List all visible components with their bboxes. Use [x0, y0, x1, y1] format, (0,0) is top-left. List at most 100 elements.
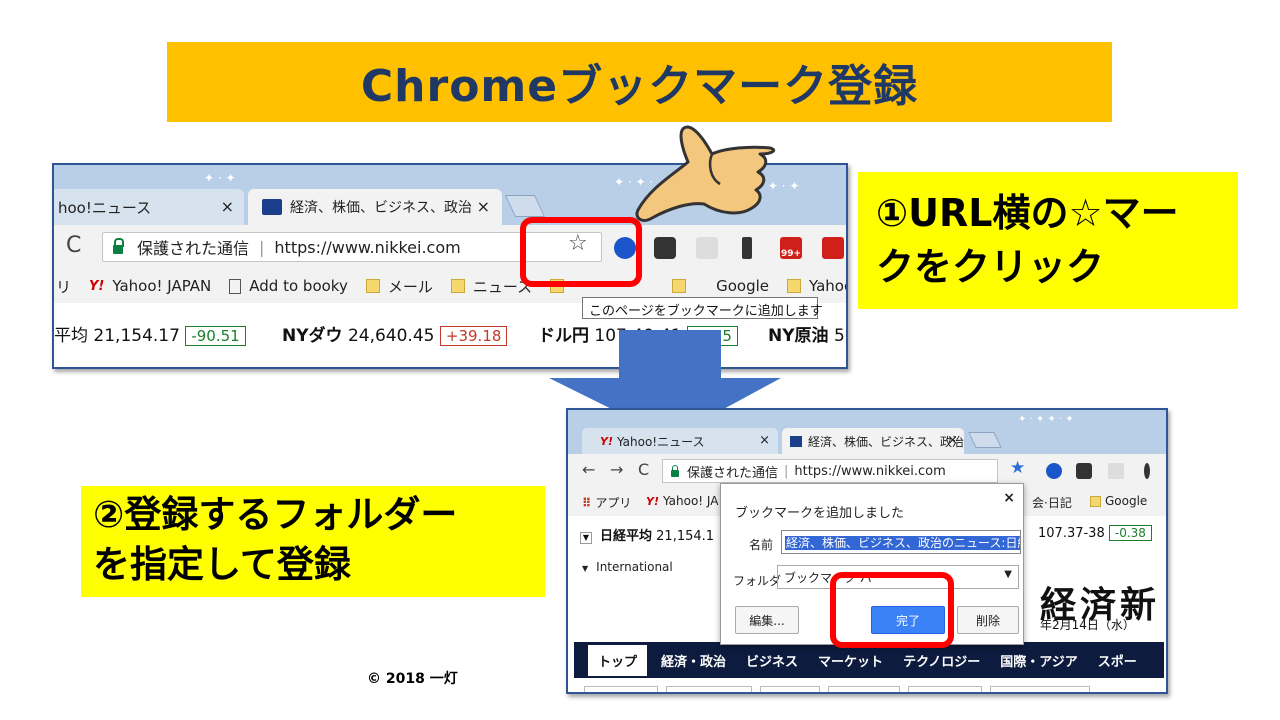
folder-label: フォルダ [733, 574, 782, 588]
ticker-change: -0.38 [1108, 525, 1152, 541]
bookmark-label: Yahoo! JAPAN [112, 277, 212, 295]
delete-button[interactable]: 削除 [957, 606, 1019, 634]
pointing-hand-icon [635, 125, 776, 222]
back-icon[interactable]: ← [582, 460, 595, 479]
ticker-label: NYダウ [282, 326, 343, 346]
bookmark-yahoo-japan[interactable]: Y! Yahoo! JA [646, 494, 718, 508]
bookmark-label: Google [716, 277, 770, 295]
close-icon[interactable]: × [947, 433, 958, 448]
step2-line2: を指定して登録 [93, 543, 351, 586]
nikkei-favicon-icon [790, 435, 802, 447]
extension-icon[interactable] [1046, 463, 1062, 479]
tab-label: 経済、株価、ビジネス、政治 [290, 200, 472, 216]
bookmark-name-input[interactable]: 経済、株価、ビジネス、政治のニュース:日経電子版 [781, 530, 1021, 554]
tab-nikkei[interactable]: 経済、株価、ビジネス、政治 × [248, 189, 502, 225]
folder-icon [787, 279, 802, 293]
apps-grid-icon: ⠿ [582, 495, 592, 510]
bookmark-label: アプリ [595, 496, 632, 510]
sub-nav-item[interactable] [584, 686, 658, 692]
extension-icon[interactable] [696, 237, 718, 259]
nav-technology[interactable]: テクノロジー [903, 651, 980, 670]
url-text: https://www.nikkei.com [274, 237, 461, 257]
folder-icon [365, 279, 380, 293]
bookmark-yahoo-japan[interactable]: Y! Yahoo! JAPAN [89, 277, 211, 295]
tab-strip: ✦ · ✦ ✦ · ✦ Y! Yahoo!ニュース × 経済、株価、ビジネス、政… [568, 410, 1166, 454]
close-icon[interactable]: × [1003, 490, 1015, 506]
bookmark-label: Yahoo! JA [662, 494, 719, 508]
tab-yahoo-news[interactable]: Y! Yahoo!ニュース × [582, 428, 778, 454]
bookmark-folder-google[interactable]: Google [672, 277, 769, 295]
name-label: 名前 [749, 538, 774, 552]
nav-business[interactable]: ビジネス [746, 651, 798, 670]
bookmark-label: Add to booky [249, 277, 348, 295]
ticker-value: 107.37-38 [1038, 526, 1105, 541]
copyright: © 2018 一灯 [367, 671, 458, 687]
forward-icon[interactable]: → [610, 460, 623, 479]
ticker-usdjpy: 107.37-38 -0.38 [1038, 525, 1152, 541]
bookmark-label: Google [1105, 494, 1148, 508]
badge-count: 99+ [780, 249, 802, 259]
badge-extension-icon[interactable]: 99+ [780, 237, 802, 259]
bookmark-add-to-booky[interactable]: Add to booky [229, 277, 348, 295]
bookmark-star-filled-icon[interactable]: ★ [1010, 458, 1025, 478]
bookmark-item[interactable]: リ [56, 276, 71, 297]
ticker-nikkei: ▼ 日経平均 21,154.1 [580, 525, 714, 544]
dropdown-icon[interactable]: ▼ [580, 532, 592, 544]
ticker-change: -90.51 [185, 326, 246, 346]
bookmark-folder-google[interactable]: Google [1090, 494, 1147, 508]
pocket-icon[interactable] [1076, 463, 1092, 479]
close-icon[interactable]: × [221, 197, 234, 216]
pocket-icon[interactable] [654, 237, 676, 259]
new-tab-button[interactable] [968, 432, 1002, 448]
sub-nav-item[interactable] [666, 686, 752, 692]
page-icon [229, 278, 242, 294]
reload-icon[interactable]: C [66, 233, 81, 258]
sub-nav-item[interactable] [760, 686, 820, 692]
nav-top[interactable]: トップ [588, 644, 648, 676]
lock-icon [113, 237, 124, 254]
folder-icon [672, 279, 687, 293]
folder-icon [1090, 495, 1101, 507]
bookmark-folder-yahoo[interactable]: Yahoo! [787, 277, 846, 295]
ticker-value: 21,154.1 [656, 529, 715, 544]
cursor-extension-icon[interactable] [1144, 463, 1150, 479]
close-icon[interactable]: × [759, 433, 770, 448]
tab-label: 経済、株価、ビジネス、政治 [807, 434, 964, 449]
nav-sports[interactable]: スポー [1098, 651, 1137, 670]
close-icon[interactable]: × [477, 197, 490, 216]
ticker-value: 24,640.45 [347, 326, 435, 346]
nav-market[interactable]: マーケット [818, 651, 883, 670]
sub-navigation [574, 684, 1164, 692]
step2-line1: ②登録するフォルダー [93, 493, 458, 536]
sub-nav-item[interactable] [908, 686, 982, 692]
page-title: Chromeブックマーク登録 [360, 61, 919, 112]
pdf-icon[interactable] [822, 237, 844, 259]
yahoo-icon: Y! [646, 494, 659, 508]
bookmark-label: メール [387, 277, 433, 296]
ticker-change: +39.18 [439, 326, 508, 346]
folder-icon [450, 279, 465, 293]
sub-nav-item[interactable] [990, 686, 1090, 692]
secure-label: 保護された通信 [687, 465, 779, 481]
bookmark-apps[interactable]: ⠿ アプリ [582, 494, 631, 511]
tab-nikkei[interactable]: 経済、株価、ビジネス、政治 × [782, 428, 964, 454]
reload-icon[interactable]: C [638, 460, 649, 479]
title-banner: Chromeブックマーク登録 [167, 42, 1112, 122]
yahoo-icon: Y! [89, 278, 105, 294]
extension-icon[interactable] [1108, 463, 1124, 479]
name-value: 経済、株価、ビジネス、政治のニュース:日経電子版 [785, 536, 1020, 550]
bookmark-diary[interactable]: 会·日記 [1032, 494, 1072, 511]
tab-yahoo-news[interactable]: hoo!ニュース × [54, 189, 244, 225]
lock-icon [671, 464, 679, 477]
new-tab-button[interactable] [504, 195, 546, 217]
bookmark-folder-mail[interactable]: メール [365, 276, 433, 297]
address-bar[interactable]: 保護された通信 | https://www.nikkei.com [662, 459, 998, 483]
step1-line2: クをクリック [876, 245, 1105, 289]
international-dropdown[interactable]: ▼ International [582, 560, 673, 574]
edit-button[interactable]: 編集... [735, 606, 799, 634]
cursor-extension-icon[interactable] [742, 237, 752, 259]
ticker-nikkei: 平均 21,154.17 -90.51 [54, 321, 246, 346]
nav-international-asia[interactable]: 国際・アジア [1000, 651, 1077, 670]
sub-nav-item[interactable] [828, 686, 900, 692]
nav-economy-politics[interactable]: 経済・政治 [661, 651, 726, 670]
